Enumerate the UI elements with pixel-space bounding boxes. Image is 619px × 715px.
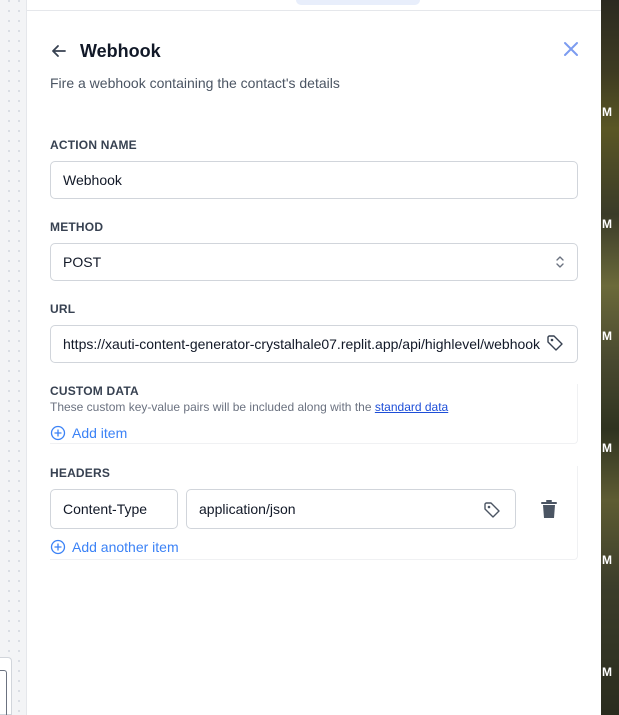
side-letter: M — [602, 553, 612, 567]
trash-icon[interactable] — [540, 499, 558, 519]
custom-data-helper: These custom key-value pairs will be inc… — [50, 400, 448, 414]
method-label: METHOD — [50, 220, 104, 234]
plus-circle-icon — [50, 539, 66, 555]
add-another-item-button[interactable]: Add another item — [50, 539, 179, 555]
side-letter: M — [602, 441, 612, 455]
url-input[interactable]: https://xauti-content-generator-crystalh… — [50, 325, 578, 363]
standard-data-link[interactable]: standard data — [375, 400, 448, 414]
add-item-label: Add item — [72, 425, 128, 441]
canvas-node-inner-fragment — [0, 670, 7, 715]
header-key-input[interactable]: Content-Type — [50, 489, 178, 529]
panel-subtitle: Fire a webhook containing the contact's … — [50, 75, 340, 91]
custom-data-label: CUSTOM DATA — [50, 384, 139, 398]
action-name-input[interactable]: Webhook — [50, 161, 578, 199]
add-another-item-label: Add another item — [72, 539, 179, 555]
url-label: URL — [50, 302, 76, 316]
chevron-up-down-icon — [556, 256, 564, 268]
close-icon[interactable] — [562, 40, 580, 58]
panel-title: Webhook — [80, 41, 161, 61]
headers-label: HEADERS — [50, 466, 111, 480]
side-letter: M — [602, 665, 612, 679]
method-value: POST — [63, 254, 102, 270]
method-select[interactable]: POST — [50, 243, 578, 281]
background-image-strip: M M M M M M — [601, 0, 619, 715]
tag-icon[interactable] — [545, 333, 565, 353]
custom-data-helper-text: These custom key-value pairs will be inc… — [50, 400, 375, 414]
header-value-text: application/json — [199, 501, 296, 517]
add-item-button[interactable]: Add item — [50, 425, 127, 441]
header-value-input[interactable]: application/json — [186, 489, 516, 529]
side-letter: M — [602, 217, 612, 231]
url-value: https://xauti-content-generator-crystalh… — [63, 336, 541, 352]
plus-circle-icon — [50, 425, 66, 441]
side-letter: M — [602, 329, 612, 343]
side-letter: M — [602, 105, 612, 119]
top-tab-fragment — [296, 0, 420, 5]
panel-top-divider — [26, 10, 601, 11]
arrow-left-icon[interactable] — [50, 42, 68, 60]
action-name-label: ACTION NAME — [50, 138, 137, 152]
canvas-background — [0, 0, 26, 715]
tag-icon[interactable] — [483, 501, 501, 519]
